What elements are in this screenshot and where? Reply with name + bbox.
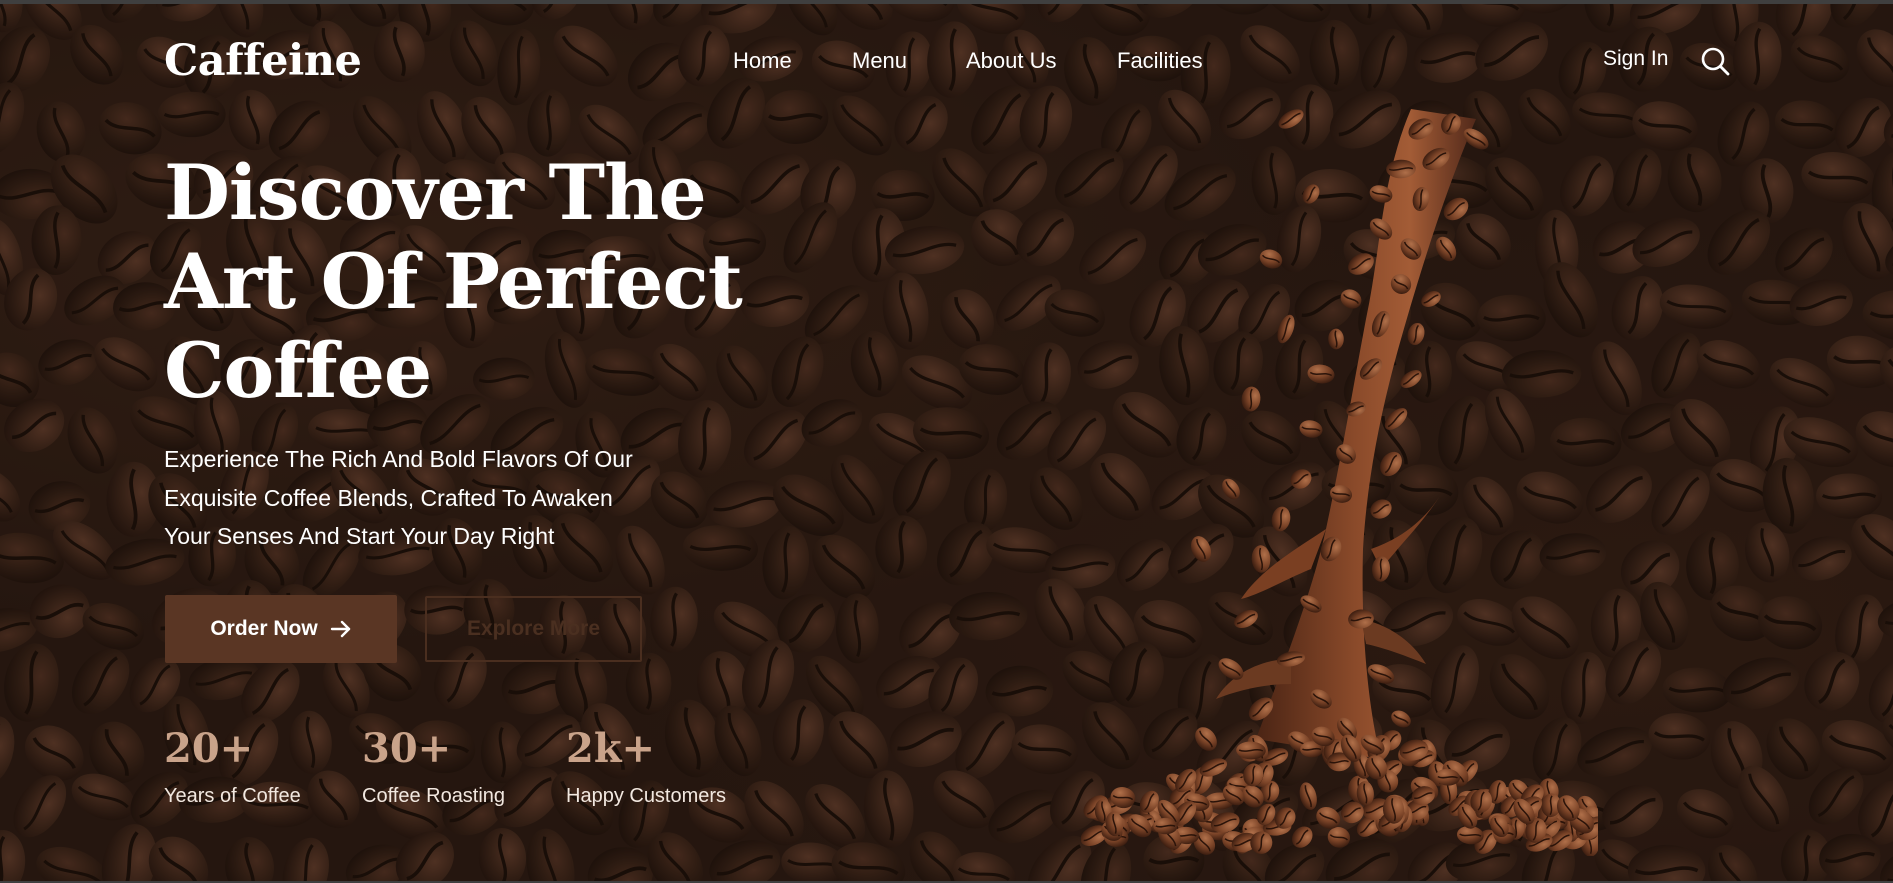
stat-roasting-value: 30+ xyxy=(362,725,452,772)
window-top-border xyxy=(0,0,1893,4)
stat-years-value: 20+ xyxy=(164,725,254,772)
headline-line-1: Discover The xyxy=(164,148,707,237)
hero-headline: Discover The Art Of Perfect Coffee xyxy=(164,148,784,415)
description-line-3: Your Senses And Start Your Day Right xyxy=(164,523,555,549)
nav-about-us[interactable]: About Us xyxy=(966,48,1057,74)
description-line-2: Exquisite Coffee Blends, Crafted To Awak… xyxy=(164,484,613,511)
arrow-right-icon xyxy=(330,620,350,638)
headline-line-2: Art Of Perfect xyxy=(164,237,743,326)
stat-customers-value: 2k+ xyxy=(566,725,656,772)
explore-more-label: Explore More xyxy=(466,617,601,640)
coffee-splash-image xyxy=(1081,109,1598,856)
stat-roasting-label: Coffee Roasting xyxy=(362,785,506,807)
search-button[interactable] xyxy=(1700,46,1730,76)
explore-more-button[interactable]: Explore More xyxy=(425,596,642,662)
order-now-label: Order Now xyxy=(210,617,318,640)
headline-line-3: Coffee xyxy=(164,326,432,415)
stat-customers-label: Happy Customers xyxy=(566,785,727,807)
nav-facilities[interactable]: Facilities xyxy=(1117,48,1203,74)
order-now-button[interactable]: Order Now xyxy=(165,595,397,663)
sign-in-link[interactable]: Sign In xyxy=(1603,47,1668,71)
description-line-1: Experience The Rich And Bold Flavors Of … xyxy=(164,446,633,472)
search-icon xyxy=(1701,47,1730,76)
nav-menu[interactable]: Menu xyxy=(852,48,907,74)
hero-description: Experience The Rich And Bold Flavors Of … xyxy=(164,440,724,556)
brand-logo[interactable]: Caffeine xyxy=(164,36,362,86)
nav-home[interactable]: Home xyxy=(733,48,792,74)
stat-years-label: Years of Coffee xyxy=(164,785,301,807)
